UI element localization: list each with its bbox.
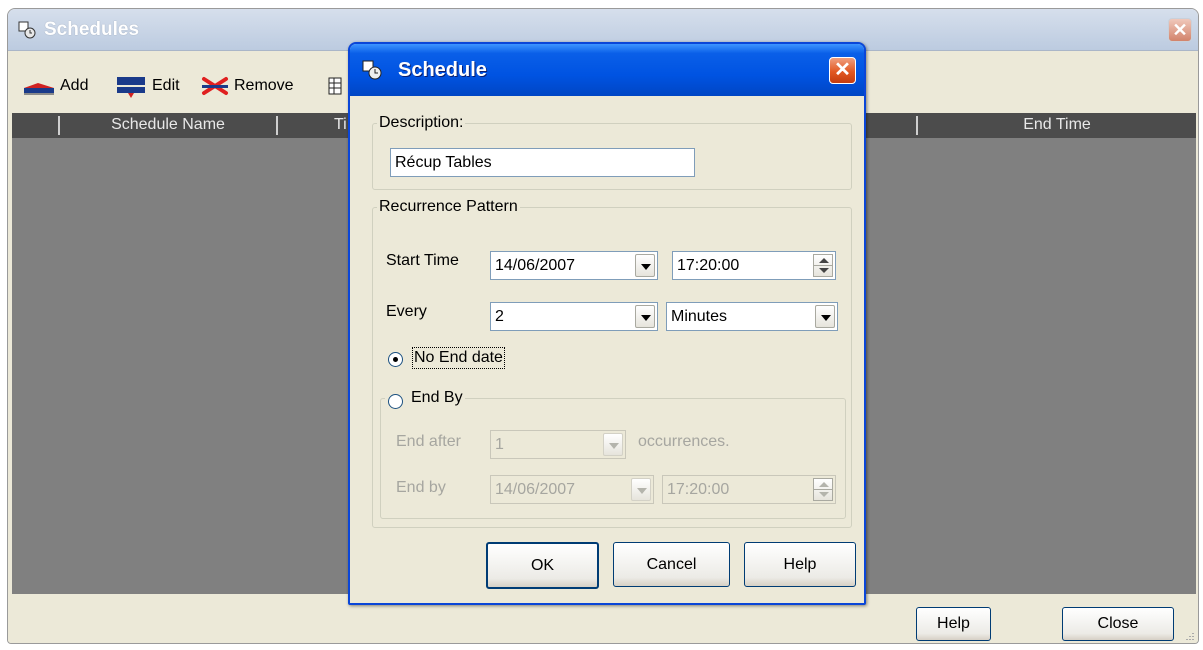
start-time-value: 17:20:00	[677, 257, 740, 274]
column-end-time[interactable]: End Time	[918, 113, 1196, 138]
schedules-app-icon	[18, 21, 36, 39]
start-time-input[interactable]: 17:20:00	[672, 251, 836, 280]
schedule-dialog-app-icon	[362, 60, 382, 80]
chevron-down-icon[interactable]	[635, 305, 655, 328]
dialog-help-button[interactable]: Help	[744, 542, 856, 587]
end-by-radio[interactable]	[388, 394, 403, 409]
remove-label: Remove	[234, 77, 294, 94]
add-label: Add	[60, 77, 89, 94]
schedules-close-button[interactable]: ✕	[1168, 18, 1192, 42]
chevron-down-icon[interactable]	[631, 478, 651, 501]
recurrence-pattern-legend: Recurrence Pattern	[379, 198, 518, 215]
schedules-close-action-button[interactable]: Close	[1062, 607, 1174, 641]
start-time-label: Start Time	[386, 252, 459, 269]
end-by-date-value: 14/06/2007	[495, 481, 576, 498]
every-unit-dropdown[interactable]: Minutes	[666, 302, 838, 331]
end-by-time-spinner[interactable]	[813, 478, 833, 501]
no-end-date-radio[interactable]	[388, 352, 403, 367]
grid-toolbar-button[interactable]	[328, 74, 342, 98]
start-date-dropdown[interactable]: 14/06/2007	[490, 251, 658, 280]
add-icon	[24, 83, 54, 95]
schedule-dialog-title-bar[interactable]: Schedule ✕	[350, 44, 864, 96]
end-after-dropdown[interactable]: 1	[490, 430, 626, 459]
occurrences-label: occurrences.	[638, 433, 730, 450]
ok-button[interactable]: OK	[486, 542, 599, 589]
chevron-down-icon[interactable]	[603, 433, 623, 456]
end-by-date-dropdown[interactable]: 14/06/2007	[490, 475, 654, 504]
every-unit-value: Minutes	[671, 308, 728, 325]
edit-icon	[117, 77, 145, 98]
edit-button[interactable]: Edit	[114, 74, 180, 98]
remove-button[interactable]: Remove	[200, 74, 294, 98]
close-icon: ✕	[1172, 20, 1188, 40]
cancel-button[interactable]: Cancel	[613, 542, 730, 587]
column-schedule-name[interactable]: Schedule Name	[60, 113, 276, 138]
no-end-date-label[interactable]: No End date	[412, 347, 505, 369]
edit-label: Edit	[152, 77, 180, 94]
schedules-window-title: Schedules	[44, 19, 140, 40]
every-label: Every	[386, 303, 427, 320]
start-time-spinner[interactable]	[813, 254, 833, 277]
schedule-dialog: Schedule ✕ Description: Récup Tables Rec…	[348, 42, 866, 605]
column-time[interactable]: Ti	[278, 113, 358, 138]
end-after-value: 1	[495, 436, 504, 453]
add-button[interactable]: Add	[22, 74, 88, 98]
description-input[interactable]: Récup Tables	[390, 148, 695, 177]
every-value-dropdown[interactable]: 2	[490, 302, 658, 331]
schedules-help-button[interactable]: Help	[916, 607, 991, 641]
end-by-date-label: End by	[396, 479, 446, 496]
description-legend: Description:	[379, 114, 464, 131]
chevron-down-icon[interactable]	[815, 305, 835, 328]
remove-icon	[202, 77, 228, 95]
end-by-time-input[interactable]: 17:20:00	[662, 475, 836, 504]
chevron-down-icon[interactable]	[635, 254, 655, 277]
resize-grip-icon[interactable]	[1182, 630, 1194, 642]
every-value: 2	[495, 308, 504, 325]
end-by-time-value: 17:20:00	[667, 481, 730, 498]
start-date-value: 14/06/2007	[495, 257, 576, 274]
schedule-dialog-close-button[interactable]: ✕	[829, 57, 856, 84]
grid-icon	[328, 77, 342, 95]
end-after-label: End after	[396, 433, 461, 450]
close-icon: ✕	[834, 59, 851, 81]
schedule-dialog-title: Schedule	[398, 59, 487, 81]
